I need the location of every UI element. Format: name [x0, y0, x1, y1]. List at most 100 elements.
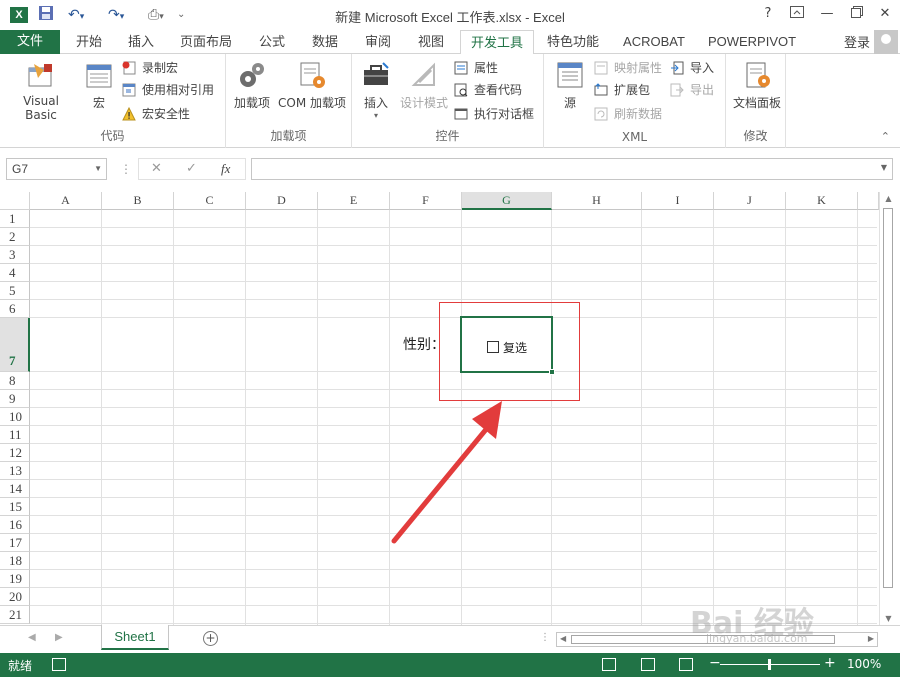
tab-special-features[interactable]: 特色功能	[541, 30, 605, 54]
tab-review[interactable]: 审阅	[356, 30, 400, 54]
macro-recording-icon[interactable]	[52, 658, 66, 671]
column-header-b[interactable]: B	[102, 192, 174, 210]
help-icon[interactable]: ?	[758, 6, 778, 21]
row-header-21[interactable]: 21	[0, 606, 30, 624]
row-header-17[interactable]: 17	[0, 534, 30, 552]
scroll-right-icon[interactable]: ▶	[868, 634, 874, 643]
row-header-9[interactable]: 9	[0, 390, 30, 408]
row-header-19[interactable]: 19	[0, 570, 30, 588]
macro-security-button[interactable]: 宏安全性	[122, 104, 190, 124]
ribbon-display-options-icon[interactable]	[787, 6, 807, 22]
scroll-down-icon[interactable]: ▼	[883, 614, 894, 623]
com-addins-button[interactable]: COM 加载项	[276, 60, 348, 111]
scroll-left-icon[interactable]: ◀	[560, 634, 566, 643]
add-sheet-icon[interactable]: +	[203, 631, 218, 646]
column-header-c[interactable]: C	[174, 192, 246, 210]
row-header-8[interactable]: 8	[0, 372, 30, 390]
scroll-up-icon[interactable]: ▲	[883, 194, 894, 203]
avatar[interactable]	[874, 30, 898, 54]
insert-function-icon[interactable]: fx	[221, 161, 230, 177]
next-sheet-icon[interactable]: ▶	[55, 632, 63, 643]
row-header-18[interactable]: 18	[0, 552, 30, 570]
refresh-data-button[interactable]: 刷新数据	[594, 104, 662, 124]
row-header-13[interactable]: 13	[0, 462, 30, 480]
column-header-i[interactable]: I	[642, 192, 714, 210]
row-header-11[interactable]: 11	[0, 426, 30, 444]
page-layout-view-icon[interactable]	[641, 658, 655, 671]
collapse-ribbon-icon[interactable]: ⌃	[881, 130, 890, 143]
use-relative-references-button[interactable]: 使用相对引用	[122, 80, 214, 100]
sign-in-link[interactable]: 登录	[844, 32, 870, 51]
normal-view-icon[interactable]	[602, 658, 616, 671]
row-header-5[interactable]: 5	[0, 282, 30, 300]
tab-page-layout[interactable]: 页面布局	[172, 30, 240, 54]
column-header-a[interactable]: A	[30, 192, 102, 210]
checkbox-control[interactable]: 复选	[487, 341, 527, 355]
import-button[interactable]: 导入	[670, 58, 714, 78]
design-mode-button[interactable]: 设计模式	[398, 60, 450, 111]
document-panel-button[interactable]: 文档面板	[730, 60, 784, 111]
sheet-bar-grip-icon[interactable]: ⋮	[540, 632, 550, 643]
row-header-2[interactable]: 2	[0, 228, 30, 246]
column-header-e[interactable]: E	[318, 192, 390, 210]
column-header-d[interactable]: D	[246, 192, 318, 210]
tab-acrobat[interactable]: ACROBAT	[617, 30, 691, 54]
row-header-7[interactable]: 7	[0, 318, 30, 372]
row-header-12[interactable]: 12	[0, 444, 30, 462]
column-header-j[interactable]: J	[714, 192, 786, 210]
row-header-14[interactable]: 14	[0, 480, 30, 498]
insert-control-button[interactable]: 插入 ▾	[358, 60, 394, 120]
tab-developer[interactable]: 开发工具	[460, 30, 534, 55]
record-macro-button[interactable]: 录制宏	[122, 58, 178, 78]
run-dialog-button[interactable]: 执行对话框	[454, 104, 534, 124]
cancel-icon[interactable]: ✕	[151, 161, 162, 176]
tab-data[interactable]: 数据	[303, 30, 347, 54]
fill-handle[interactable]	[549, 369, 555, 375]
addins-button[interactable]: 加载项	[230, 60, 274, 111]
column-header-h[interactable]: H	[552, 192, 642, 210]
properties-button[interactable]: 属性	[454, 58, 498, 78]
tab-file[interactable]: 文件	[0, 30, 60, 54]
macros-button[interactable]: 宏	[82, 60, 116, 111]
xml-source-button[interactable]: 源	[552, 60, 588, 111]
visual-basic-button[interactable]: Visual Basic	[6, 60, 76, 122]
column-header-k[interactable]: K	[786, 192, 858, 210]
row-header-20[interactable]: 20	[0, 588, 30, 606]
select-all-corner[interactable]	[0, 192, 30, 210]
view-code-button[interactable]: 查看代码	[454, 80, 522, 100]
tab-insert[interactable]: 插入	[118, 30, 164, 54]
prev-sheet-icon[interactable]: ◀	[28, 632, 36, 643]
zoom-out-icon[interactable]: −	[709, 655, 721, 671]
row-header-6[interactable]: 6	[0, 300, 30, 318]
row-header-10[interactable]: 10	[0, 408, 30, 426]
name-box[interactable]: G7 ▼	[6, 158, 107, 180]
restore-icon[interactable]	[847, 6, 867, 22]
tab-home[interactable]: 开始	[66, 30, 112, 54]
enter-icon[interactable]: ✓	[186, 161, 197, 176]
vertical-scrollbar[interactable]: ▲ ▼	[879, 192, 896, 625]
row-header-15[interactable]: 15	[0, 498, 30, 516]
column-header-g[interactable]: G	[462, 192, 552, 210]
page-break-view-icon[interactable]	[679, 658, 693, 671]
tab-view[interactable]: 视图	[409, 30, 453, 54]
row-header-1[interactable]: 1	[0, 210, 30, 228]
export-button[interactable]: 导出	[670, 80, 714, 100]
checkbox-icon[interactable]	[487, 341, 499, 353]
close-icon[interactable]: ✕	[875, 6, 895, 21]
zoom-slider-knob[interactable]	[768, 659, 771, 670]
tab-powerpivot[interactable]: POWERPIVOT	[703, 30, 801, 54]
tab-formulas[interactable]: 公式	[250, 30, 294, 54]
column-header-f[interactable]: F	[390, 192, 462, 210]
zoom-level[interactable]: 100%	[847, 657, 881, 671]
column-header-partial[interactable]	[858, 192, 879, 210]
row-header-16[interactable]: 16	[0, 516, 30, 534]
sheet-tab-sheet1[interactable]: Sheet1	[101, 625, 169, 650]
minimize-icon[interactable]: —	[817, 6, 837, 21]
vertical-scroll-thumb[interactable]	[883, 208, 893, 588]
zoom-in-icon[interactable]: +	[824, 655, 836, 671]
formula-input[interactable]: ▼	[251, 158, 893, 180]
name-box-dropdown-icon[interactable]: ▼	[94, 159, 102, 179]
worksheet-grid[interactable]: ABCDEFGHIJK 1 2 3 4 5 6 7 8 9 10 11 12 13 14 15 16 17 18 1…	[0, 192, 900, 625]
expansion-packs-button[interactable]: 扩展包	[594, 80, 650, 100]
map-properties-button[interactable]: 映射属性	[594, 58, 662, 78]
